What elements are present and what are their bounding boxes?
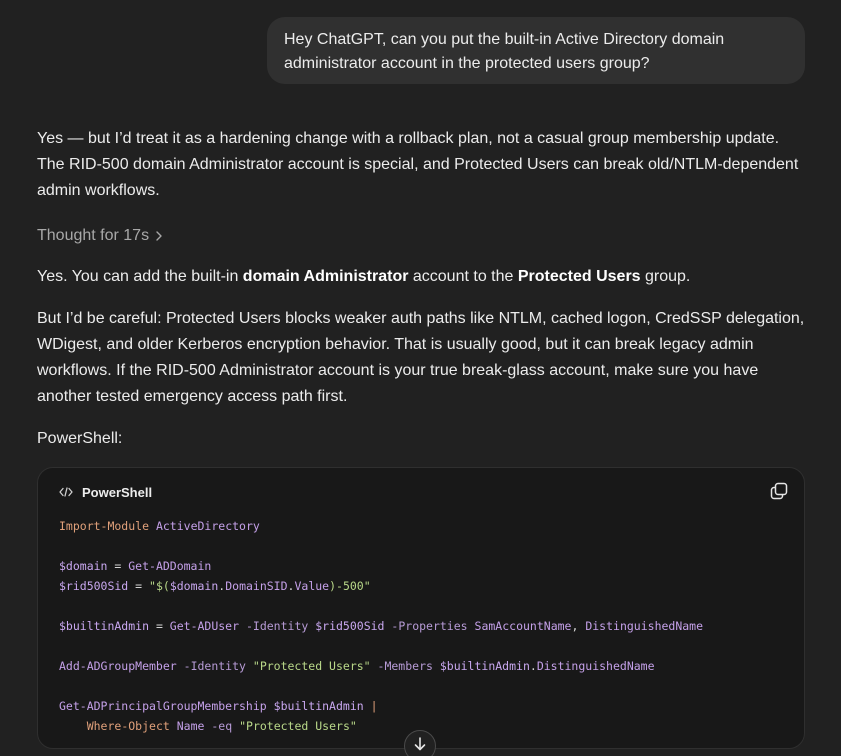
answer-p1-part-c: account to the (408, 268, 518, 285)
thought-label: Thought for 17s (37, 227, 150, 244)
code-token: ActiveDirectory (155, 519, 260, 533)
code-token: Get-ADPrincipalGroupMembership (59, 699, 267, 713)
code-token: . (529, 659, 537, 673)
answer-p2-line-1: But I’d be careful: Protected Users bloc… (37, 310, 805, 327)
code-block: PowerShell Import-Module ActiveDirectory… (37, 467, 805, 749)
code-line: $builtinAdmin = Get-ADUser -Identity $ri… (59, 616, 703, 636)
thought-toggle[interactable]: Thought for 17s (37, 223, 163, 249)
code-token: Add-ADGroupMember (59, 659, 177, 673)
answer-p1-bold-protected-users: Protected Users (517, 268, 641, 285)
code-token: = (107, 559, 129, 573)
code-line: $rid500Sid = "$($domain.DomainSID.Value)… (59, 576, 703, 596)
code-token: Get-ADDomain (128, 559, 212, 573)
code-line: Add-ADGroupMember -Identity "Protected U… (59, 656, 703, 676)
code-token: -Properties (391, 619, 468, 633)
code-token: "$( (149, 579, 170, 593)
answer-p2-line-2: WDigest, and older Kerberos encryption b… (37, 336, 754, 353)
answer-p2-line-3: workflows. If the RID-500 Administrator … (37, 362, 759, 379)
assistant-intro: Yes — but I’d treat it as a hardening ch… (37, 126, 807, 204)
code-token: Name (176, 719, 205, 733)
code-line: Get-ADPrincipalGroupMembership $builtinA… (59, 696, 703, 716)
code-token: Where-Object (86, 719, 170, 733)
answer-paragraph-3: PowerShell: (37, 430, 123, 447)
copy-code-button[interactable] (768, 482, 790, 504)
code-line: Import-Module ActiveDirectory (59, 516, 703, 536)
chevron-right-icon (155, 231, 163, 241)
code-token: = (128, 579, 150, 593)
code-token: $builtinAdmin (273, 699, 364, 713)
code-token: $builtinAdmin (439, 659, 530, 673)
intro-line-3: admin workflows. (37, 182, 160, 199)
code-token: , (571, 619, 586, 633)
code-token: )-500" (329, 579, 371, 593)
code-language-label: PowerShell (82, 485, 153, 500)
code-token: "Protected Users" (252, 659, 371, 673)
code-token: | (370, 699, 378, 713)
copy-icon (770, 482, 788, 505)
code-token: SamAccountName (474, 619, 572, 633)
intro-line-1: Yes — but I’d treat it as a hardening ch… (37, 130, 780, 147)
user-message-line-2: administrator account in the protected u… (284, 55, 650, 72)
intro-line-2: The RID-500 domain Administrator account… (37, 156, 799, 173)
code-content: Import-Module ActiveDirectory $domain = G… (59, 516, 703, 736)
code-token: Import-Module (59, 519, 150, 533)
code-token: $domain (169, 579, 219, 593)
code-icon (59, 484, 73, 502)
code-block-header: PowerShell (59, 484, 152, 502)
code-token: DomainSID (225, 579, 288, 593)
code-line: $domain = Get-ADDomain (59, 556, 703, 576)
scroll-to-bottom-button[interactable] (404, 730, 436, 756)
code-token: DistinguishedName (536, 659, 655, 673)
code-token: -Identity (245, 619, 309, 633)
code-token: -eq (211, 719, 233, 733)
user-message-bubble: Hey ChatGPT, can you put the built-in Ac… (267, 17, 805, 84)
code-token: $domain (59, 559, 108, 573)
code-token: -Identity (183, 659, 246, 673)
answer-paragraph-1: Yes. You can add the built-in domain Adm… (37, 264, 807, 290)
answer-paragraph-2: But I’d be careful: Protected Users bloc… (37, 306, 807, 410)
answer-p2-line-4: another tested emergency access path fir… (37, 388, 348, 405)
code-token: $builtinAdmin (59, 619, 150, 633)
code-token: Get-ADUser (169, 619, 240, 633)
answer-p1-part-a: Yes. You can add the built-in (37, 268, 243, 285)
code-token: Value (294, 579, 330, 593)
answer-p1-part-e: group. (640, 268, 691, 285)
code-token: DistinguishedName (585, 619, 704, 633)
arrow-down-icon (413, 736, 427, 756)
code-token: -Members (377, 659, 433, 673)
code-line: Where-Object Name -eq "Protected Users" (59, 716, 703, 736)
code-token: "Protected Users" (239, 719, 357, 733)
user-message-line-1: Hey ChatGPT, can you put the built-in Ac… (284, 31, 725, 48)
code-token: = (149, 619, 170, 633)
code-token: $rid500Sid (59, 579, 129, 593)
answer-p1-bold-domain-admin: domain Administrator (242, 268, 409, 285)
code-token: $rid500Sid (315, 619, 385, 633)
